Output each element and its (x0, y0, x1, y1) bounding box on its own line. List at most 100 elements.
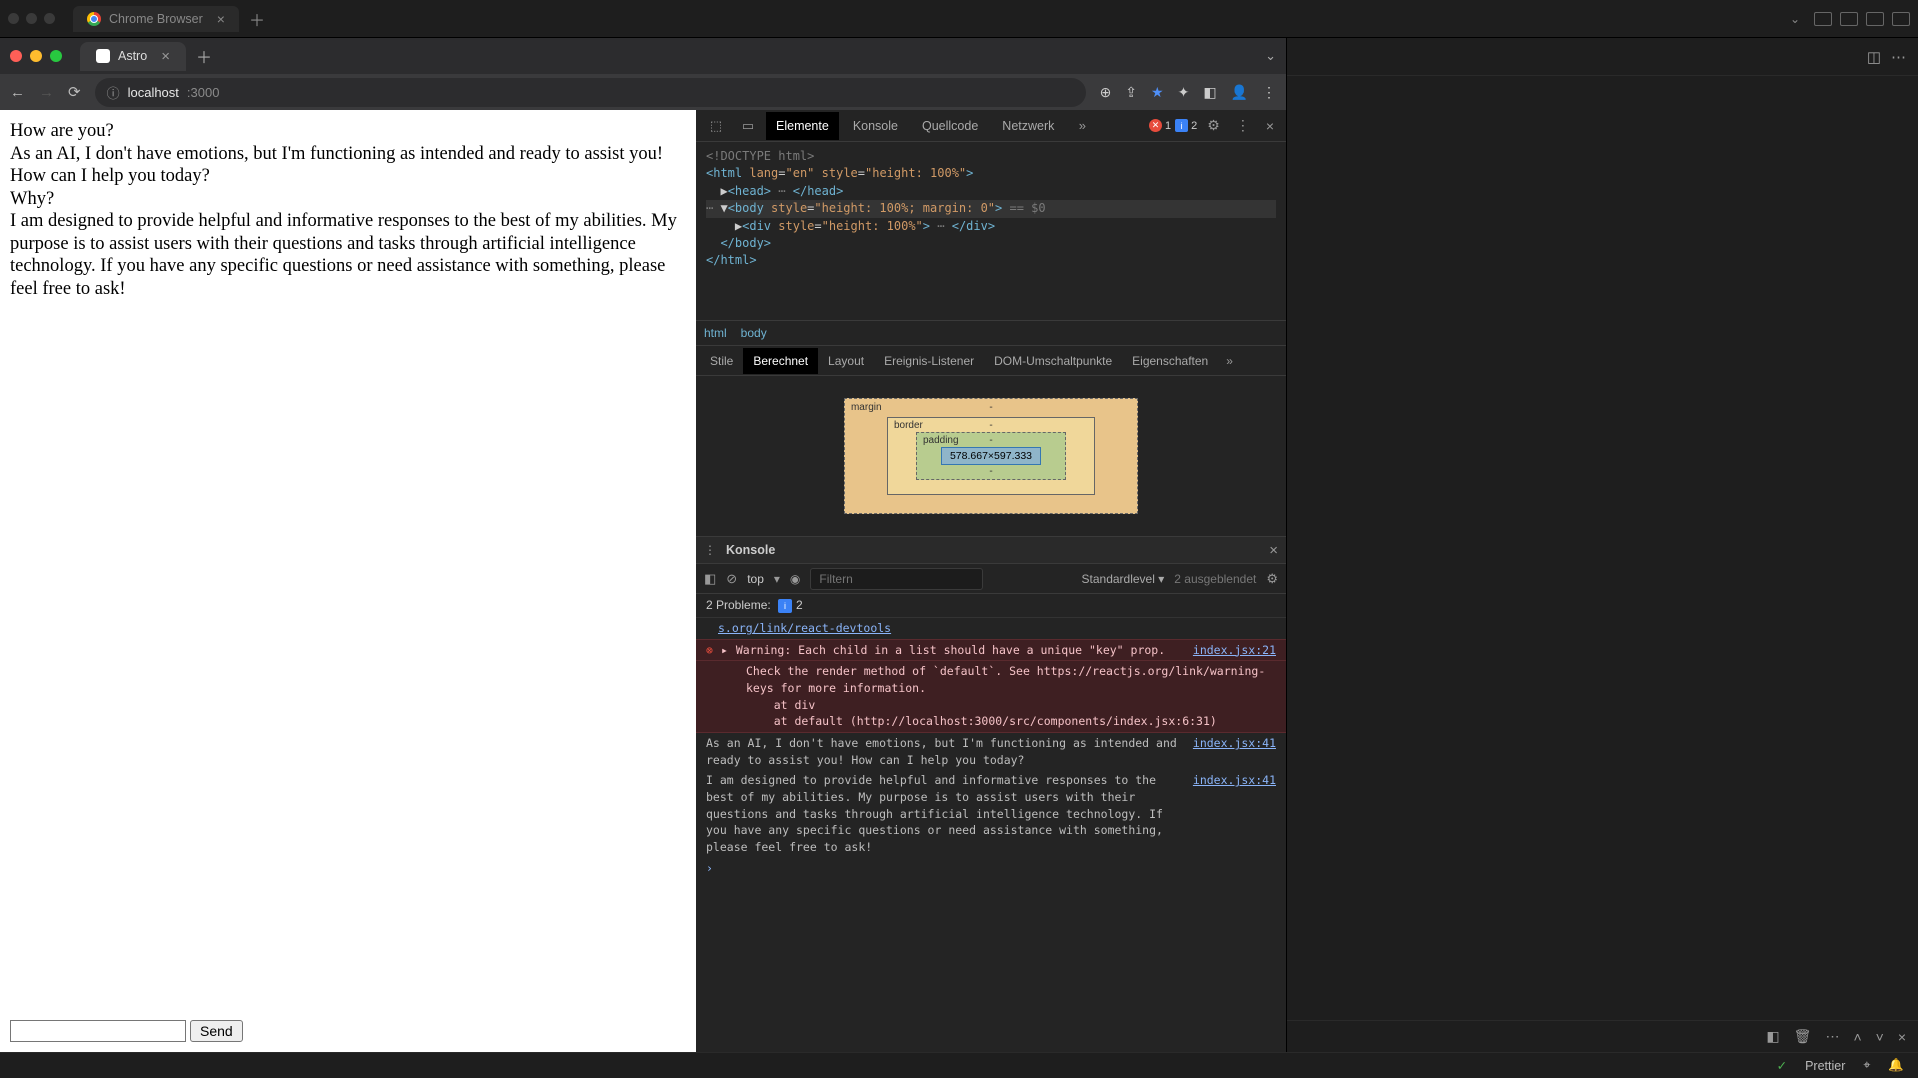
settings-icon[interactable]: ⚙ (1266, 571, 1278, 587)
chat-message: As an AI, I don't have emotions, but I'm… (10, 143, 686, 188)
new-tab-button[interactable]: ＋ (196, 44, 212, 68)
close-icon[interactable]: × (1269, 542, 1278, 559)
new-tab-button[interactable]: ＋ (249, 7, 265, 31)
profile-icon[interactable]: 👤 (1231, 84, 1248, 101)
chat-input[interactable] (10, 1020, 186, 1042)
crumb[interactable]: body (741, 326, 767, 340)
tabs-dropdown-icon[interactable]: ⌄ (1790, 12, 1800, 26)
chevron-up-icon[interactable]: ˄ (1853, 1029, 1861, 1045)
devtools-tab-sources[interactable]: Quellcode (912, 112, 988, 140)
panel-bottom-icon[interactable] (1840, 12, 1858, 26)
feedback-icon[interactable]: ⌖ (1863, 1058, 1870, 1073)
close-icon[interactable]: × (217, 11, 225, 27)
menu-icon[interactable]: ⋮ (1262, 84, 1276, 101)
problems-count: 2 (796, 598, 803, 612)
crumb[interactable]: html (704, 326, 727, 340)
box-margin: margin - border - padding - 578.667×597.… (844, 398, 1138, 514)
window-dots (8, 13, 55, 24)
drag-icon[interactable]: ⋮ (704, 543, 716, 557)
chevron-right-icon[interactable]: ▸ (721, 642, 728, 659)
panel-right-icon[interactable] (1866, 12, 1884, 26)
subtab-berechnet[interactable]: Berechnet (743, 348, 818, 374)
device-icon[interactable]: ▭ (734, 118, 762, 134)
kebab-icon[interactable]: ⋮ (1230, 117, 1256, 134)
box-label: margin (851, 402, 882, 413)
box-content: 578.667×597.333 (941, 447, 1041, 465)
context-selector[interactable]: top (747, 572, 764, 586)
url-host: localhost (128, 85, 179, 100)
console-prompt[interactable]: › (696, 858, 1286, 879)
bookmark-icon[interactable]: ★ (1151, 84, 1164, 101)
maximize-window-button[interactable] (50, 50, 62, 62)
subtab-eigenschaften[interactable]: Eigenschaften (1122, 348, 1218, 374)
site-info-icon[interactable]: ⓘ (107, 83, 120, 102)
console-log: As an AI, I don't have emotions, but I'm… (696, 733, 1286, 770)
devtools-tab-console[interactable]: Konsole (843, 112, 908, 140)
dom-breadcrumb: html body (696, 320, 1286, 346)
panel-left-icon[interactable]: ◧ (1766, 1028, 1779, 1045)
level-selector[interactable]: Standardlevel ▾ (1082, 572, 1165, 586)
extensions-icon[interactable]: ✦ (1178, 84, 1190, 101)
subtab-dom[interactable]: DOM-Umschaltpunkte (984, 348, 1122, 374)
error-icon: ⊗ (706, 642, 713, 659)
minimize-window-button[interactable] (30, 50, 42, 62)
clear-console-icon[interactable]: ⊘ (726, 571, 737, 587)
panel-grid-icon[interactable] (1892, 12, 1910, 26)
close-window-button[interactable] (10, 50, 22, 62)
box-label: border (894, 420, 923, 431)
close-icon[interactable]: × (1898, 1029, 1906, 1045)
tabs-dropdown-icon[interactable]: ⌄ (1265, 48, 1276, 64)
more-tabs-icon[interactable]: » (1068, 118, 1096, 133)
editor-tab[interactable]: Chrome Browser × (73, 6, 239, 32)
source-link[interactable]: index.jsx:41 (1185, 735, 1276, 752)
side-panel-icon[interactable]: ◧ (1203, 84, 1216, 101)
error-badge[interactable]: ✕1 (1149, 119, 1171, 132)
dom-tree[interactable]: <!DOCTYPE html> <html lang="en" style="h… (696, 142, 1286, 320)
trash-icon[interactable]: 🗑 (1794, 1028, 1812, 1045)
more-icon[interactable]: ⋯ (1825, 1028, 1839, 1045)
close-icon[interactable]: × (161, 48, 170, 65)
close-icon[interactable]: × (1260, 118, 1280, 134)
inspect-icon[interactable]: ⬚ (702, 118, 730, 134)
page-content: How are you? As an AI, I don't have emot… (0, 110, 696, 1052)
bell-icon[interactable]: 🔔 (1888, 1058, 1904, 1073)
send-button[interactable]: Send (190, 1020, 243, 1042)
box-label: padding (923, 435, 959, 446)
subtab-stile[interactable]: Stile (700, 348, 743, 374)
source-link[interactable]: index.jsx:21 (1185, 642, 1276, 659)
address-bar[interactable]: ⓘ localhost:3000 (95, 78, 1086, 107)
info-badge[interactable]: i2 (1175, 119, 1197, 132)
console-link[interactable]: s.org/link/react-devtools (696, 618, 1286, 639)
console-output[interactable]: s.org/link/react-devtools ⊗ ▸ Warning: E… (696, 618, 1286, 1052)
back-button[interactable]: ← (10, 84, 25, 101)
subtab-listener[interactable]: Ereignis-Listener (874, 348, 984, 374)
settings-icon[interactable]: ⚙ (1201, 117, 1226, 134)
sidebar-toggle-icon[interactable]: ◧ (704, 571, 716, 587)
source-link[interactable]: index.jsx:41 (1185, 772, 1276, 789)
warn-text: Warning: Each child in a list should hav… (736, 643, 1165, 657)
prettier-status[interactable]: Prettier (1805, 1059, 1845, 1073)
browser-tab[interactable]: Astro × (80, 42, 186, 71)
hidden-count[interactable]: 2 ausgeblendet (1174, 572, 1256, 586)
warn-body: Check the render method of `default`. Se… (746, 663, 1276, 730)
reload-button[interactable]: ⟳ (68, 83, 81, 101)
astro-icon (96, 49, 110, 63)
problems-label: 2 Probleme: (706, 598, 771, 612)
subtab-layout[interactable]: Layout (818, 348, 874, 374)
devtools-tab-elements[interactable]: Elemente (766, 112, 839, 140)
more-tabs-icon[interactable]: » (1218, 354, 1241, 368)
more-icon[interactable]: ⋯ (1891, 48, 1906, 66)
chrome-icon (87, 12, 101, 26)
filter-input[interactable] (810, 568, 983, 590)
split-icon[interactable]: ◫ (1867, 48, 1881, 66)
share-icon[interactable]: ⇪ (1125, 84, 1137, 101)
editor-side-panel: ◫ ⋯ ◧ 🗑 ⋯ ˄ ˅ × (1287, 38, 1918, 1052)
console-title: Konsole (726, 543, 775, 557)
log-text: As an AI, I don't have emotions, but I'm… (706, 735, 1177, 768)
zoom-icon[interactable]: ⊕ (1100, 84, 1112, 101)
chevron-down-icon[interactable]: ˅ (1876, 1029, 1884, 1045)
live-expr-icon[interactable]: ◉ (790, 572, 800, 586)
panel-left-icon[interactable] (1814, 12, 1832, 26)
box-padding: padding - 578.667×597.333 - (916, 432, 1066, 480)
devtools-tab-network[interactable]: Netzwerk (992, 112, 1064, 140)
